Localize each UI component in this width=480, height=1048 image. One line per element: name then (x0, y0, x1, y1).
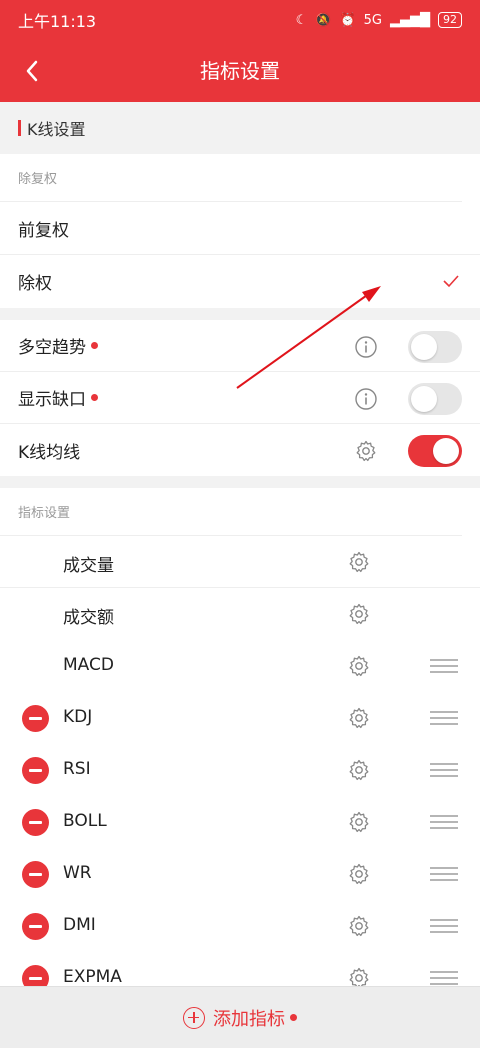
adjust-option-label: 前复权 (18, 220, 69, 241)
indicator-name: WR (63, 863, 92, 883)
trend-toggle[interactable] (408, 331, 462, 363)
page-title: 指标设置 (200, 59, 280, 83)
ma-toggle[interactable] (408, 435, 462, 467)
app-bar: 指标设置 (0, 40, 480, 102)
toggle-label: 多空趋势 (18, 338, 86, 358)
toggle-label: K线均线 (18, 442, 81, 463)
remove-icon[interactable] (22, 757, 49, 784)
drag-handle-icon[interactable] (430, 711, 458, 725)
drag-handle-icon[interactable] (430, 867, 458, 881)
remove-icon[interactable] (22, 913, 49, 940)
indicator-card: 指标设置 成交量成交额 MACD KDJ RSI BOLL WR DMI EXPMA (0, 488, 480, 986)
kline-section-title: K线设置 (27, 120, 86, 139)
gear-icon[interactable] (347, 654, 371, 678)
toggle-row-gap: 显示缺口 (0, 372, 480, 424)
indicator-name: 成交额 (63, 608, 114, 628)
indicator-name: EXPMA (63, 967, 122, 986)
adjust-option-forward[interactable]: 前复权 (0, 202, 480, 255)
drag-handle-icon[interactable] (430, 919, 458, 933)
battery-icon: 92 (438, 12, 462, 28)
back-arrow-icon (26, 60, 38, 82)
divider-gap (0, 308, 480, 320)
indicator-name: 成交量 (63, 556, 114, 576)
toggle-knob (433, 438, 459, 464)
alarm-icon: ⏰ (339, 12, 356, 28)
adjust-option-exright[interactable]: 除权 (0, 255, 480, 308)
status-icons: ☾ 🔕 ⏰ 5G ▂▄▆█ 92 (296, 12, 462, 28)
indicator-list: 成交量成交额 MACD KDJ RSI BOLL WR DMI EXPMA (0, 536, 480, 986)
divider-gap (0, 476, 480, 488)
gap-toggle[interactable] (408, 383, 462, 415)
drag-handle-icon[interactable] (430, 971, 458, 985)
status-bar: 上午11:13 ☾ 🔕 ⏰ 5G ▂▄▆█ 92 (0, 0, 480, 40)
add-indicator-label: 添加指标 (213, 1008, 285, 1030)
gear-icon[interactable] (347, 758, 371, 782)
settings-scroll[interactable]: K线设置 除复权 前复权 除权 多空趋势 显示缺口 K线均线 指标设置 成交量 … (0, 102, 480, 986)
gear-icon[interactable] (347, 706, 371, 730)
remove-icon[interactable] (22, 809, 49, 836)
remove-icon[interactable] (22, 705, 49, 732)
gear-icon[interactable] (347, 550, 371, 574)
gear-icon[interactable] (347, 914, 371, 938)
moon-icon: ☾ (295, 12, 308, 28)
indicator-row: 成交额 (0, 588, 480, 640)
indicator-row: RSI (0, 744, 480, 796)
toggle-row-trend: 多空趋势 (0, 320, 480, 372)
info-icon[interactable] (354, 335, 378, 359)
toggle-knob (411, 334, 437, 360)
mute-icon: 🔕 (315, 12, 332, 28)
status-time: 上午11:13 (18, 12, 97, 31)
gear-icon[interactable] (347, 966, 371, 986)
indicator-row: KDJ (0, 692, 480, 744)
network-label: 5G (363, 12, 382, 28)
indicator-name: RSI (63, 759, 91, 779)
indicator-row: WR (0, 848, 480, 900)
indicator-row: DMI (0, 900, 480, 952)
adjust-card: 除复权 前复权 除权 (0, 154, 480, 308)
toggle-label: 显示缺口 (18, 390, 86, 410)
drag-handle-icon[interactable] (430, 815, 458, 829)
gear-icon[interactable] (354, 439, 378, 463)
adjust-option-label: 除权 (18, 274, 52, 294)
indicator-row: 成交量 (0, 536, 480, 588)
new-dot (290, 1014, 297, 1021)
add-indicator-button[interactable]: 添加指标 (0, 986, 480, 1048)
new-dot (91, 342, 98, 349)
indicator-name: DMI (63, 915, 96, 935)
new-dot (91, 394, 98, 401)
gear-icon[interactable] (347, 602, 371, 626)
drag-handle-icon[interactable] (430, 659, 458, 673)
indicator-row: BOLL (0, 796, 480, 848)
toggle-row-ma: K线均线 (0, 424, 480, 476)
signal-icon: ▂▄▆█ (390, 12, 430, 28)
indicator-group-label: 指标设置 (0, 488, 462, 536)
info-icon[interactable] (354, 387, 378, 411)
checkmark-icon (443, 275, 459, 288)
toggle-knob (411, 386, 437, 412)
indicator-row: EXPMA (0, 952, 480, 986)
plus-circle-icon (183, 1006, 205, 1029)
section-accent-bar (18, 120, 21, 136)
indicator-row: MACD (0, 640, 480, 692)
remove-icon[interactable] (22, 861, 49, 888)
adjust-group-label: 除复权 (0, 154, 462, 202)
indicator-name: BOLL (63, 811, 107, 831)
remove-icon[interactable] (22, 965, 49, 986)
gear-icon[interactable] (347, 862, 371, 886)
drag-handle-icon[interactable] (430, 763, 458, 777)
indicator-name: KDJ (63, 707, 93, 727)
indicator-name: MACD (63, 655, 114, 675)
toggle-card: 多空趋势 显示缺口 K线均线 (0, 320, 480, 476)
gear-icon[interactable] (347, 810, 371, 834)
back-button[interactable] (14, 54, 50, 88)
kline-section-header: K线设置 (0, 102, 480, 154)
